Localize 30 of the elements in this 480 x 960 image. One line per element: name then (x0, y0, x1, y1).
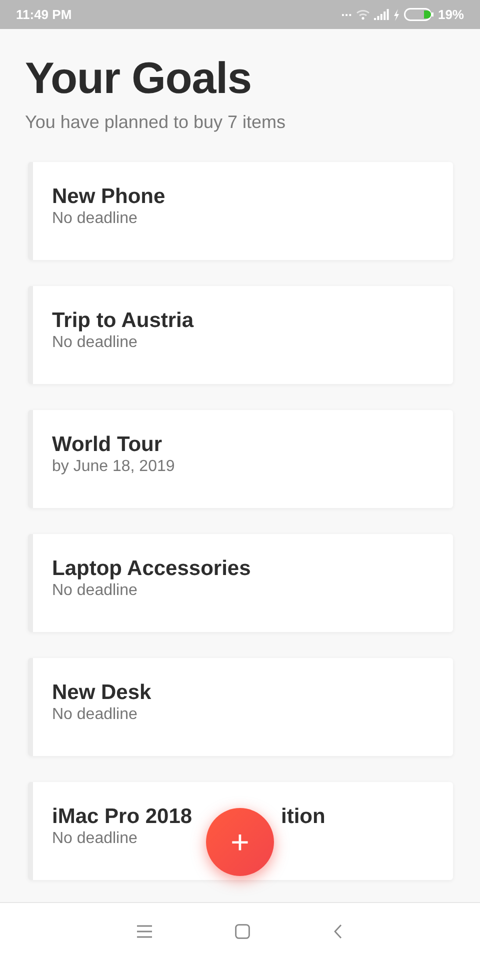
more-dots: ... (341, 5, 352, 18)
goal-deadline: by June 18, 2019 (52, 457, 175, 478)
goal-deadline: No deadline (52, 333, 138, 354)
goal-name: iMac Pro 2018 (52, 804, 192, 830)
goal-name: World Tour (52, 432, 162, 458)
goal-card[interactable]: Laptop Accessories No deadline (28, 534, 453, 632)
goal-card[interactable]: World Tour by June 18, 2019 (28, 410, 453, 508)
charging-icon (392, 8, 400, 20)
goal-name: Trip to Austria (52, 308, 194, 334)
goal-deadline: No deadline (52, 705, 138, 726)
goal-deadline: No deadline (52, 209, 138, 230)
goal-card[interactable]: New Phone No deadline (28, 162, 453, 260)
page-subtitle: You have planned to buy 7 items (25, 111, 287, 134)
goal-deadline: No deadline (52, 829, 138, 850)
battery-percent: 19% (438, 6, 464, 24)
wifi-icon (356, 9, 370, 20)
signal-icon (374, 9, 389, 20)
battery-icon (404, 8, 434, 21)
home-icon[interactable] (235, 924, 250, 939)
goal-card[interactable]: New Desk No deadline (28, 658, 453, 756)
goal-card[interactable]: Trip to Austria No deadline (28, 286, 453, 384)
status-time: 11:49 PM (16, 6, 72, 24)
goal-name: New Phone (52, 184, 166, 210)
goal-name-end: ition (281, 804, 326, 830)
goal-name: New Desk (52, 680, 152, 706)
menu-icon[interactable] (137, 925, 152, 938)
goal-name: Laptop Accessories (52, 556, 251, 582)
goal-deadline: No deadline (52, 581, 138, 602)
page-title: Your Goals (25, 57, 252, 101)
back-icon[interactable] (333, 924, 343, 939)
